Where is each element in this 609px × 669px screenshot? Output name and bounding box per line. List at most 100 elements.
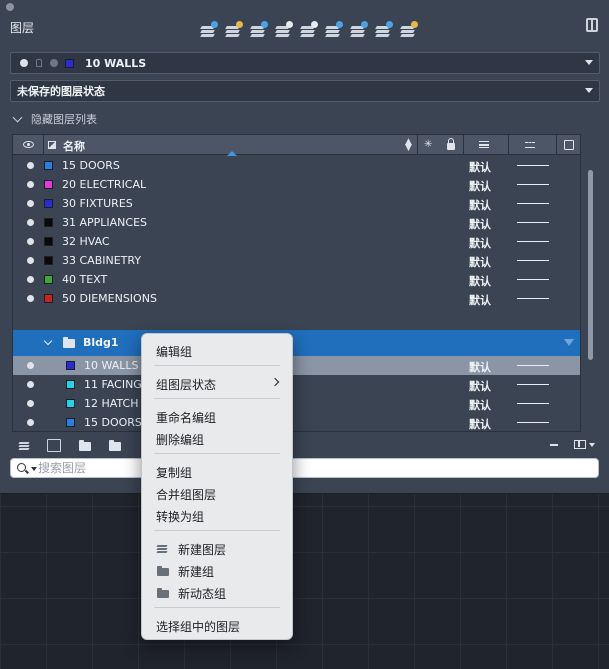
window-titlebar[interactable] [0, 0, 609, 14]
table-row[interactable]: 11 FACING 默认 [13, 375, 580, 394]
visibility-dot-icon[interactable] [27, 400, 34, 407]
visibility-dot-icon[interactable] [27, 419, 34, 426]
new-group-folder-icon[interactable] [79, 440, 91, 451]
lineweight[interactable]: 默认 [469, 178, 491, 194]
linetype-line[interactable] [517, 222, 549, 223]
menu-item-new-dynamic-group[interactable]: 新动态组 [142, 582, 292, 602]
new-layer-grid-icon[interactable] [47, 439, 61, 452]
lineweight[interactable]: 默认 [469, 159, 491, 175]
menu-item-convert-to-group[interactable]: 转换为组 [142, 505, 292, 525]
visibility-column-eye-icon[interactable] [23, 141, 34, 148]
color-swatch[interactable] [44, 294, 53, 303]
linetype-line[interactable] [517, 260, 549, 261]
table-row[interactable]: 50 DIEMENSIONS 默认 [13, 289, 580, 308]
linetype-line[interactable] [517, 298, 549, 299]
freeze-column-icon[interactable]: ✳ [424, 139, 432, 150]
layer-group-row[interactable]: Bldg1 [13, 330, 580, 356]
color-swatch[interactable] [66, 380, 75, 389]
visibility-dot-icon[interactable] [27, 362, 34, 369]
lineweight[interactable]: 默认 [469, 273, 491, 289]
scrollbar-thumb[interactable] [588, 170, 593, 360]
color-swatch[interactable] [44, 275, 53, 284]
table-row[interactable]: 15 DOORS 默认 [13, 156, 580, 175]
table-row-selected[interactable]: 10 WALLS 默认 [13, 356, 580, 375]
lineweight[interactable]: 默认 [469, 216, 491, 232]
layer-states-icon[interactable] [300, 21, 318, 38]
lineweight[interactable]: 默认 [469, 197, 491, 213]
linetype-line[interactable] [517, 203, 549, 204]
lineweight[interactable]: 默认 [469, 359, 491, 375]
linetype-line[interactable] [517, 184, 549, 185]
lineweight[interactable]: 默认 [469, 235, 491, 251]
plot-column-icon[interactable] [564, 140, 574, 150]
lineweight[interactable]: 默认 [469, 416, 491, 431]
visibility-dot-icon[interactable] [27, 162, 34, 169]
sort-arrows-icon[interactable]: ▲ ▼ [405, 138, 412, 153]
color-swatch[interactable] [44, 237, 53, 246]
linetype-line[interactable] [517, 384, 549, 385]
color-swatch[interactable] [44, 161, 53, 170]
table-row[interactable]: 31 APPLIANCES 默认 [13, 213, 580, 232]
lineweight[interactable]: 默认 [469, 254, 491, 270]
set-current-icon[interactable] [275, 21, 293, 38]
color-swatch[interactable] [66, 399, 75, 408]
visibility-dot-icon[interactable] [27, 257, 34, 264]
lock-column-icon[interactable] [447, 138, 455, 150]
window-close-dot[interactable] [6, 3, 14, 11]
table-row[interactable]: 12 HATCH 默认 [13, 394, 580, 413]
layer-search-box[interactable] [10, 458, 599, 478]
linetype-line[interactable] [517, 279, 549, 280]
column-header-name[interactable]: 名称 [63, 138, 85, 154]
menu-item-new-layer[interactable]: 新建图层 [142, 538, 292, 558]
new-layer-icon[interactable] [18, 439, 30, 451]
new-dynamic-group-folder-icon[interactable] [109, 440, 121, 451]
search-icon[interactable] [17, 463, 26, 472]
table-row[interactable]: 33 CABINETRY 默认 [13, 251, 580, 270]
collapse-icon[interactable] [550, 444, 558, 446]
chevron-down-icon[interactable] [31, 467, 37, 471]
table-row[interactable]: 40 TEXT 默认 [13, 270, 580, 289]
search-input[interactable] [38, 460, 588, 476]
color-swatch[interactable] [44, 218, 53, 227]
linetype-line[interactable] [517, 241, 549, 242]
visibility-dot-icon[interactable] [27, 238, 34, 245]
dock-panel-icon[interactable] [586, 18, 598, 32]
menu-item-new-group[interactable]: 新建组 [142, 560, 292, 580]
table-row[interactable]: 20 ELECTRICAL 默认 [13, 175, 580, 194]
freeze-icon[interactable] [325, 21, 343, 38]
table-row[interactable]: 15 DOORS 默认 [13, 413, 580, 431]
lineweight[interactable]: 默认 [469, 292, 491, 308]
linetype-line[interactable] [517, 403, 549, 404]
menu-item-select-layers-in-group[interactable]: 选择组中的图层 [142, 615, 292, 635]
menu-item-delete-group[interactable]: 删除编组 [142, 428, 292, 448]
delete-layer-icon[interactable] [225, 21, 243, 38]
unlock-icon[interactable] [400, 21, 418, 38]
lineweight[interactable]: 默认 [469, 378, 491, 394]
hidden-layer-list-toggle[interactable]: 隐藏图层列表 [12, 111, 97, 127]
color-swatch[interactable] [44, 256, 53, 265]
chevron-down-icon[interactable] [43, 336, 53, 346]
color-swatch[interactable] [66, 418, 75, 427]
color-swatch[interactable] [44, 180, 53, 189]
color-swatch[interactable] [44, 199, 53, 208]
menu-item-duplicate-group[interactable]: 复制组 [142, 461, 292, 481]
linetype-line[interactable] [517, 165, 549, 166]
lineweight-column-icon[interactable] [479, 141, 489, 148]
visibility-dot-icon[interactable] [27, 276, 34, 283]
table-row[interactable]: 30 FIXTURES 默认 [13, 194, 580, 213]
filter-icon[interactable] [564, 339, 574, 346]
menu-item-merge-group-layers[interactable]: 合并组图层 [142, 483, 292, 503]
lineweight[interactable]: 默认 [469, 397, 491, 413]
isolate-icon[interactable] [350, 21, 368, 38]
new-layer-icon[interactable] [200, 21, 218, 38]
menu-item-edit-group[interactable]: 编辑组 [142, 340, 292, 360]
visibility-dot-icon[interactable] [27, 295, 34, 302]
new-vp-frozen-icon[interactable] [250, 21, 268, 38]
linetype-line[interactable] [517, 365, 549, 366]
visibility-dot-icon[interactable] [27, 381, 34, 388]
menu-item-group-layer-states[interactable]: 组图层状态 [142, 373, 292, 393]
table-row[interactable]: 32 HVAC 默认 [13, 232, 580, 251]
visibility-dot-icon[interactable] [27, 219, 34, 226]
lock-icon[interactable] [375, 21, 393, 38]
linetype-column-icon[interactable] [525, 142, 535, 148]
